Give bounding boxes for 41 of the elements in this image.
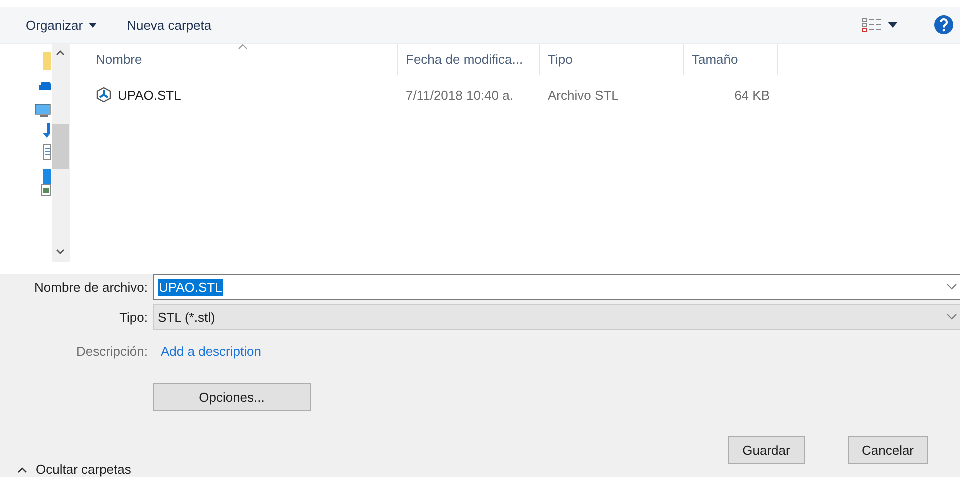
toolbar-button[interactable]: Nueva carpeta bbox=[119, 14, 220, 36]
options-button[interactable]: Opciones... bbox=[153, 383, 311, 411]
field-label: Descripción: bbox=[75, 344, 148, 359]
help-button[interactable] bbox=[934, 15, 954, 35]
tablet-icon bbox=[43, 169, 51, 184]
scroll-up-icon bbox=[56, 50, 65, 56]
document-icon bbox=[43, 144, 51, 160]
field-label: Nombre de archivo: bbox=[34, 280, 148, 294]
cloud-icon bbox=[39, 82, 51, 90]
scroll-down-icon bbox=[56, 249, 65, 255]
dialog-button[interactable]: Guardar bbox=[728, 436, 805, 464]
hide-folders-button[interactable]: Ocultar carpetas bbox=[18, 462, 132, 477]
folder-icon bbox=[43, 50, 51, 72]
file-name[interactable]: UPAO.STL bbox=[88, 84, 398, 106]
toolbar-button[interactable]: Organizar bbox=[18, 14, 106, 36]
dialog-button[interactable]: Cancelar bbox=[848, 436, 928, 464]
sort-icon bbox=[238, 44, 248, 50]
add-description-link[interactable]: Add a description bbox=[161, 344, 262, 359]
picture-icon bbox=[41, 184, 51, 196]
size-cell-text: 64 KB bbox=[734, 86, 771, 104]
caret-icon bbox=[89, 22, 98, 28]
column-header[interactable]: Tipo bbox=[540, 44, 684, 75]
date-cell-text: 7/11/2018 10:40 a. bbox=[405, 86, 514, 104]
monitor-icon bbox=[35, 104, 51, 117]
column-header[interactable]: Tamaño bbox=[684, 44, 778, 75]
type-cell-text: Archivo STL bbox=[547, 86, 620, 104]
help-icon bbox=[934, 15, 954, 35]
scrollbar[interactable] bbox=[52, 44, 69, 262]
chevron-up-icon bbox=[18, 466, 27, 472]
file-name-field[interactable]: UPAO.STL bbox=[153, 274, 960, 300]
view-icon bbox=[862, 18, 882, 32]
field-label: Tipo: bbox=[118, 310, 148, 324]
file-icon bbox=[96, 87, 112, 103]
column-header[interactable]: Fecha de modifica... bbox=[398, 44, 540, 75]
arrow-down-icon bbox=[43, 123, 51, 138]
chevron-down-icon bbox=[947, 284, 957, 290]
file-type-dropdown[interactable]: STL (*.stl) bbox=[153, 304, 960, 330]
scroll-thumb[interactable] bbox=[52, 124, 69, 169]
chevron-down-icon bbox=[947, 314, 957, 320]
caret-icon bbox=[888, 22, 898, 28]
column-header[interactable]: Nombre bbox=[88, 44, 398, 75]
